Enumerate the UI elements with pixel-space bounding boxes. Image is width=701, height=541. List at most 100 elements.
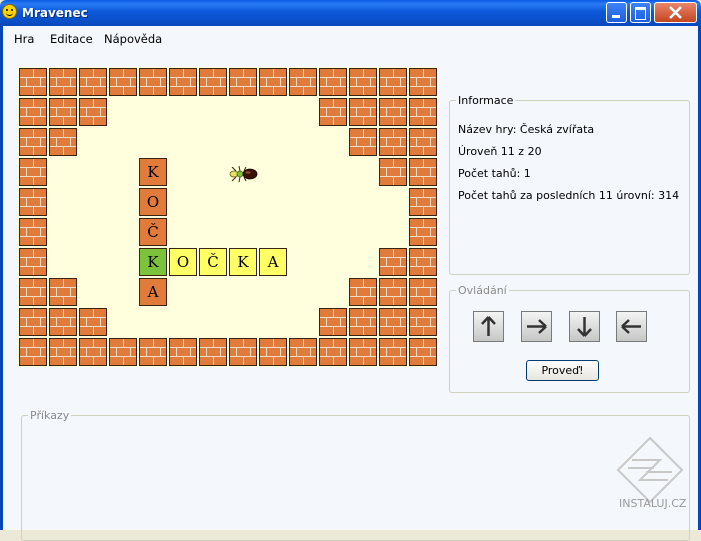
smiley-face-icon	[2, 4, 17, 19]
brick-wall-cell	[379, 158, 407, 186]
maximize-button[interactable]	[630, 2, 651, 23]
brick-wall-cell	[409, 308, 437, 336]
brick-wall-cell	[259, 338, 287, 366]
window-client: Hra Editace Nápověda KOČKOČKAA Informace…	[0, 26, 701, 541]
brick-wall-cell	[19, 308, 47, 336]
letter-tile: K	[139, 248, 167, 276]
info-label: Informace	[456, 94, 516, 107]
commands-groupbox[interactable]: Příkazy	[21, 409, 690, 541]
arrow-down-icon	[577, 317, 592, 337]
brick-wall-cell	[79, 308, 107, 336]
letter-tile: A	[139, 278, 167, 306]
brick-wall-cell	[379, 248, 407, 276]
letter-tile: A	[259, 248, 287, 276]
brick-wall-cell	[409, 68, 437, 96]
menu-napoveda[interactable]: Nápověda	[104, 32, 162, 46]
menu-hra[interactable]: Hra	[14, 32, 34, 46]
game-board[interactable]: KOČKOČKAA	[18, 67, 438, 367]
brick-wall-cell	[19, 338, 47, 366]
brick-wall-cell	[19, 218, 47, 246]
letter-tile: K	[229, 248, 257, 276]
brick-wall-cell	[199, 68, 227, 96]
letter-tile: O	[169, 248, 197, 276]
brick-wall-cell	[379, 128, 407, 156]
brick-wall-cell	[19, 188, 47, 216]
brick-wall-cell	[19, 98, 47, 126]
brick-wall-cell	[49, 128, 77, 156]
brick-wall-cell	[319, 338, 347, 366]
brick-wall-cell	[109, 68, 137, 96]
controls-label: Ovládání	[456, 284, 509, 297]
brick-wall-cell	[409, 338, 437, 366]
brick-wall-cell	[409, 98, 437, 126]
menu-editace[interactable]: Editace	[50, 32, 93, 46]
brick-wall-cell	[409, 128, 437, 156]
arrow-right-icon	[527, 319, 547, 334]
moves-count: Počet tahů: 1	[458, 167, 531, 180]
brick-wall-cell	[139, 338, 167, 366]
brick-wall-cell	[49, 338, 77, 366]
arrow-up-icon	[481, 316, 496, 336]
brick-wall-cell	[379, 68, 407, 96]
brick-wall-cell	[19, 128, 47, 156]
brick-wall-cell	[409, 278, 437, 306]
brick-wall-cell	[109, 338, 137, 366]
close-button[interactable]	[654, 2, 697, 23]
brick-wall-cell	[409, 248, 437, 276]
brick-wall-cell	[19, 278, 47, 306]
brick-wall-cell	[349, 128, 377, 156]
brick-wall-cell	[409, 158, 437, 186]
brick-wall-cell	[229, 338, 257, 366]
brick-wall-cell	[49, 68, 77, 96]
close-icon	[669, 6, 682, 19]
letter-tile: K	[139, 158, 167, 186]
move-down-button[interactable]	[569, 311, 600, 342]
commands-label: Příkazy	[28, 409, 72, 422]
title-bar[interactable]: Mravenec	[0, 0, 701, 26]
brick-wall-cell	[289, 338, 317, 366]
menu-bar: Hra Editace Nápověda	[3, 26, 698, 50]
brick-wall-cell	[289, 68, 317, 96]
letter-tile: Č	[139, 218, 167, 246]
brick-wall-cell	[349, 278, 377, 306]
brick-wall-cell	[409, 188, 437, 216]
brick-wall-cell	[19, 68, 47, 96]
brick-wall-cell	[79, 98, 107, 126]
brick-wall-cell	[409, 218, 437, 246]
brick-wall-cell	[349, 308, 377, 336]
move-right-button[interactable]	[521, 311, 552, 342]
brick-wall-cell	[139, 68, 167, 96]
move-up-button[interactable]	[473, 311, 504, 342]
arrow-left-icon	[621, 319, 641, 334]
watermark-text: INSTALUJ.CZ	[619, 497, 687, 510]
moves-last-levels: Počet tahů za posledních 11 úrovní: 314	[458, 189, 680, 202]
ant-icon	[229, 165, 258, 183]
brick-wall-cell	[379, 98, 407, 126]
brick-wall-cell	[19, 248, 47, 276]
brick-wall-cell	[319, 68, 347, 96]
brick-wall-cell	[169, 68, 197, 96]
brick-wall-cell	[379, 308, 407, 336]
brick-wall-cell	[319, 308, 347, 336]
brick-wall-cell	[259, 68, 287, 96]
brick-wall-cell	[79, 68, 107, 96]
brick-wall-cell	[79, 338, 107, 366]
brick-wall-cell	[379, 338, 407, 366]
letter-tile: Č	[199, 248, 227, 276]
execute-button[interactable]: Proveď!	[526, 360, 599, 381]
info-groupbox: Informace Název hry: Česká zvířata Úrove…	[449, 94, 690, 275]
letter-tile: O	[139, 188, 167, 216]
brick-wall-cell	[349, 98, 377, 126]
minimize-button[interactable]	[606, 2, 627, 23]
brick-wall-cell	[169, 338, 197, 366]
brick-wall-cell	[19, 158, 47, 186]
brick-wall-cell	[49, 98, 77, 126]
move-left-button[interactable]	[616, 311, 647, 342]
level-text: Úroveň 11 z 20	[458, 145, 542, 158]
brick-wall-cell	[379, 278, 407, 306]
game-name: Název hry: Česká zvířata	[458, 123, 595, 136]
brick-wall-cell	[229, 68, 257, 96]
window-title: Mravenec	[22, 6, 88, 20]
brick-wall-cell	[199, 338, 227, 366]
controls-groupbox: Ovládání Proveď!	[449, 284, 690, 393]
